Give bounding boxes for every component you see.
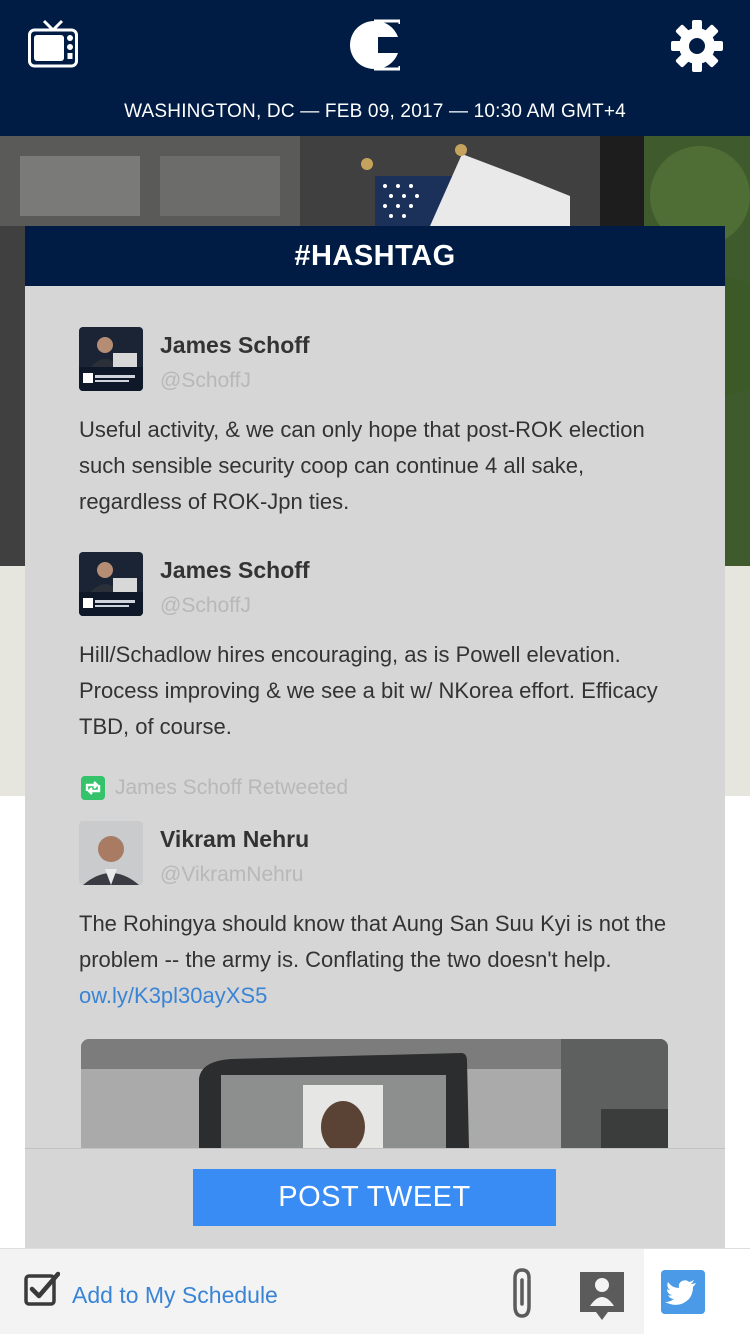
avatar[interactable]: [79, 821, 143, 885]
tweet-panel: #HASHTAG James Schoff @SchoffJ Useful ac…: [25, 226, 725, 1334]
event-dateline: WASHINGTON, DC — FEB 09, 2017 — 10:30 AM…: [124, 101, 626, 122]
tweet-author[interactable]: Vikram Nehru: [160, 826, 309, 853]
post-tweet-button[interactable]: POST TWEET: [193, 1169, 556, 1226]
checkbox-icon[interactable]: [24, 1270, 60, 1306]
tweet-body: The Rohingya should know that Aung San S…: [79, 911, 667, 972]
panel-title: #HASHTAG: [25, 226, 725, 286]
logo-icon: [350, 19, 400, 71]
tweet-handle[interactable]: @SchoffJ: [160, 369, 251, 393]
paperclip-icon[interactable]: [505, 1266, 541, 1320]
post-tweet-area: POST TWEET: [25, 1148, 725, 1248]
tv-icon[interactable]: [28, 18, 78, 68]
bottom-toolbar: Add to My Schedule: [0, 1248, 750, 1334]
person-icon[interactable]: [578, 1270, 626, 1322]
tweet-media-image[interactable]: [81, 1039, 668, 1148]
app-header: WASHINGTON, DC — FEB 09, 2017 — 10:30 AM…: [0, 0, 750, 136]
tweet-author[interactable]: James Schoff: [160, 332, 310, 359]
twitter-icon[interactable]: [661, 1270, 705, 1314]
retweet-label: James Schoff Retweeted: [115, 776, 349, 799]
twitter-tab[interactable]: [644, 1249, 750, 1334]
tweet-handle[interactable]: @SchoffJ: [160, 594, 251, 618]
tweet-text: Useful activity, & we can only hope that…: [79, 417, 645, 514]
tweet-handle[interactable]: @VikramNehru: [160, 863, 303, 887]
avatar[interactable]: [79, 327, 143, 391]
add-to-schedule-link[interactable]: Add to My Schedule: [72, 1282, 278, 1309]
gear-icon[interactable]: [670, 19, 724, 73]
tweet-author[interactable]: James Schoff: [160, 557, 310, 584]
tweet-item[interactable]: Vikram Nehru @VikramNehru The Rohingya s…: [79, 821, 679, 1021]
tweet-item[interactable]: James Schoff @SchoffJ Hill/Schadlow hire…: [79, 552, 679, 752]
avatar[interactable]: [79, 552, 143, 616]
tweet-text: Hill/Schadlow hires encouraging, as is P…: [79, 642, 658, 739]
tweet-item[interactable]: James Schoff @SchoffJ Useful activity, &…: [79, 327, 679, 527]
tweet-link[interactable]: ow.ly/K3pl30ayXS5: [79, 983, 267, 1008]
retweet-icon: [81, 776, 105, 800]
tweet-text: The Rohingya should know that Aung San S…: [79, 906, 689, 1014]
